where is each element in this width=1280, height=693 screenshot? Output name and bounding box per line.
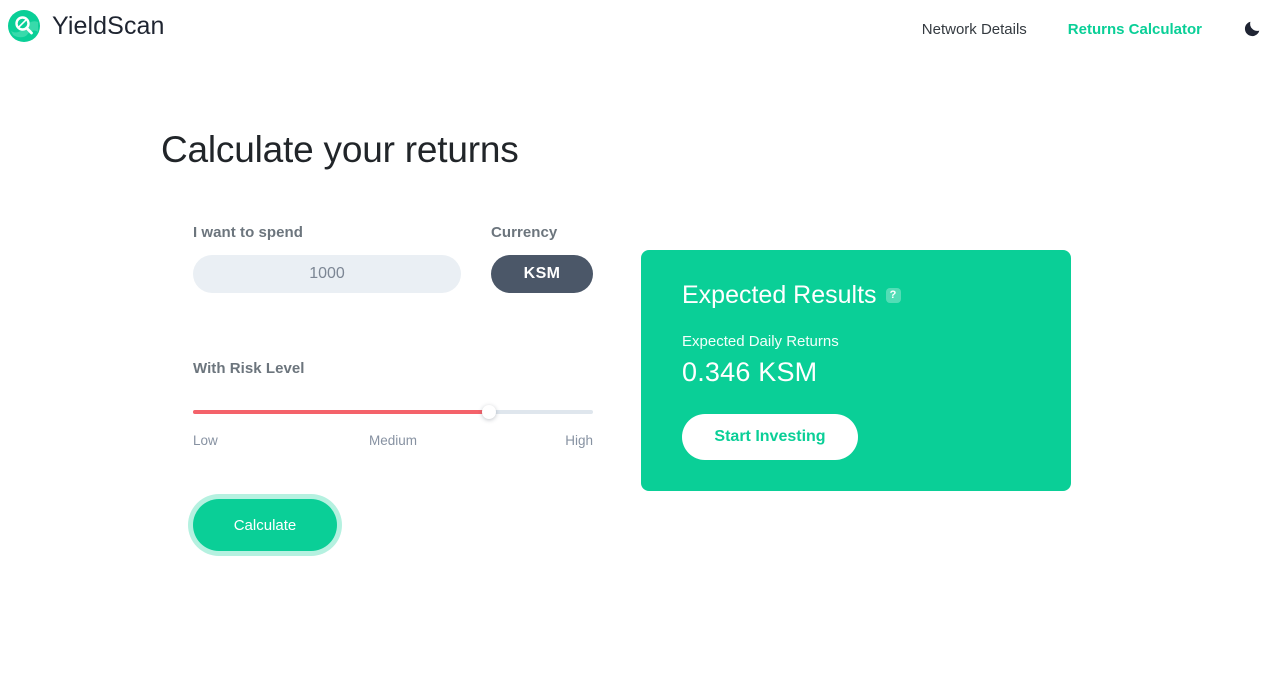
currency-label: Currency [491, 224, 558, 241]
risk-label-high: High [565, 433, 593, 448]
spend-label: I want to spend [193, 224, 303, 241]
spend-field-group: I want to spend [193, 224, 461, 293]
app-header: YieldScan Network Details Returns Calcul… [0, 0, 1280, 64]
slider-fill [193, 410, 489, 414]
results-title-row: Expected Results ? [682, 283, 1071, 308]
brand: YieldScan [8, 10, 165, 42]
nav-item-returns-calculator[interactable]: Returns Calculator [1068, 21, 1202, 38]
daily-returns-label: Expected Daily Returns [682, 333, 839, 350]
risk-label-low: Low [193, 433, 218, 448]
calculate-button[interactable]: Calculate [193, 499, 337, 551]
brand-name: YieldScan [52, 11, 165, 40]
help-icon[interactable]: ? [885, 288, 901, 303]
start-investing-button[interactable]: Start Investing [682, 413, 858, 460]
spend-amount-input[interactable] [193, 255, 461, 293]
currency-selector-button[interactable]: KSM [491, 255, 593, 293]
calculate-button-wrap: Calculate [193, 499, 337, 551]
theme-toggle-button[interactable] [1242, 18, 1264, 40]
page-title: Calculate your returns [161, 129, 519, 170]
results-title: Expected Results [682, 281, 877, 309]
risk-level-group: With Risk Level Low Medium High [193, 360, 593, 451]
calculator-form: I want to spend Currency KSM With Risk L… [193, 224, 593, 551]
currency-field-group: Currency KSM [491, 224, 593, 293]
expected-results-card: Expected Results ? Expected Daily Return… [641, 250, 1071, 491]
amount-currency-row: I want to spend Currency KSM [193, 224, 593, 293]
risk-level-label: With Risk Level [193, 360, 305, 377]
daily-returns-value: 0.346 KSM [682, 357, 818, 387]
main-nav: Network Details Returns Calculator [922, 18, 1264, 40]
risk-level-slider[interactable] [193, 404, 593, 420]
risk-label-medium: Medium [368, 433, 418, 448]
moon-icon [1243, 18, 1263, 41]
slider-thumb[interactable] [482, 405, 496, 419]
risk-scale-labels: Low Medium High [193, 433, 593, 451]
yieldscan-magnifier-logo-icon [8, 10, 40, 42]
nav-item-network-details[interactable]: Network Details [922, 21, 1027, 38]
